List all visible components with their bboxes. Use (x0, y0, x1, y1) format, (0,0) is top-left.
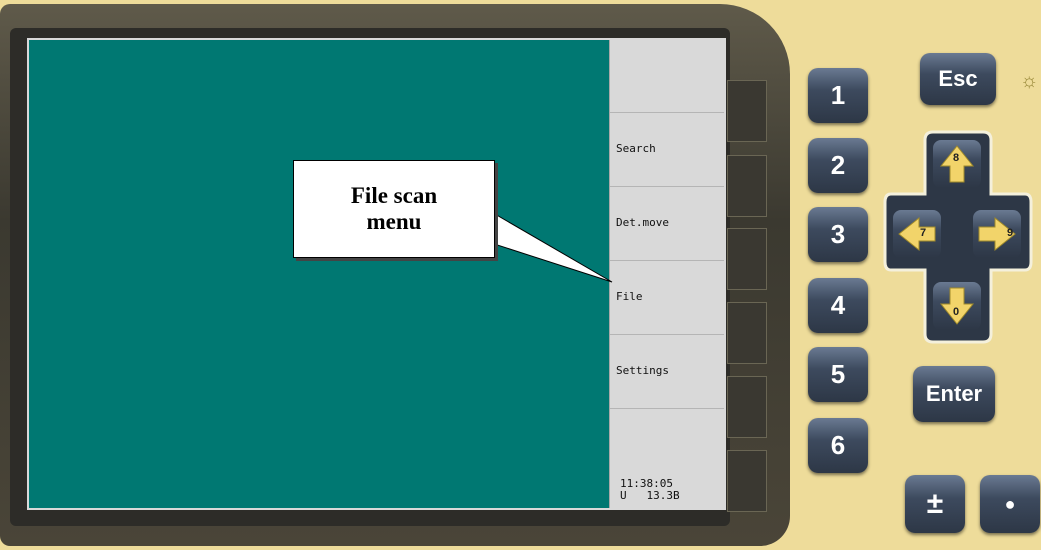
callout-pointer (487, 209, 613, 283)
callout-box: File scan menu (293, 160, 495, 258)
callout-line-2: menu (366, 209, 422, 234)
callout-line-1: File scan (350, 183, 438, 208)
